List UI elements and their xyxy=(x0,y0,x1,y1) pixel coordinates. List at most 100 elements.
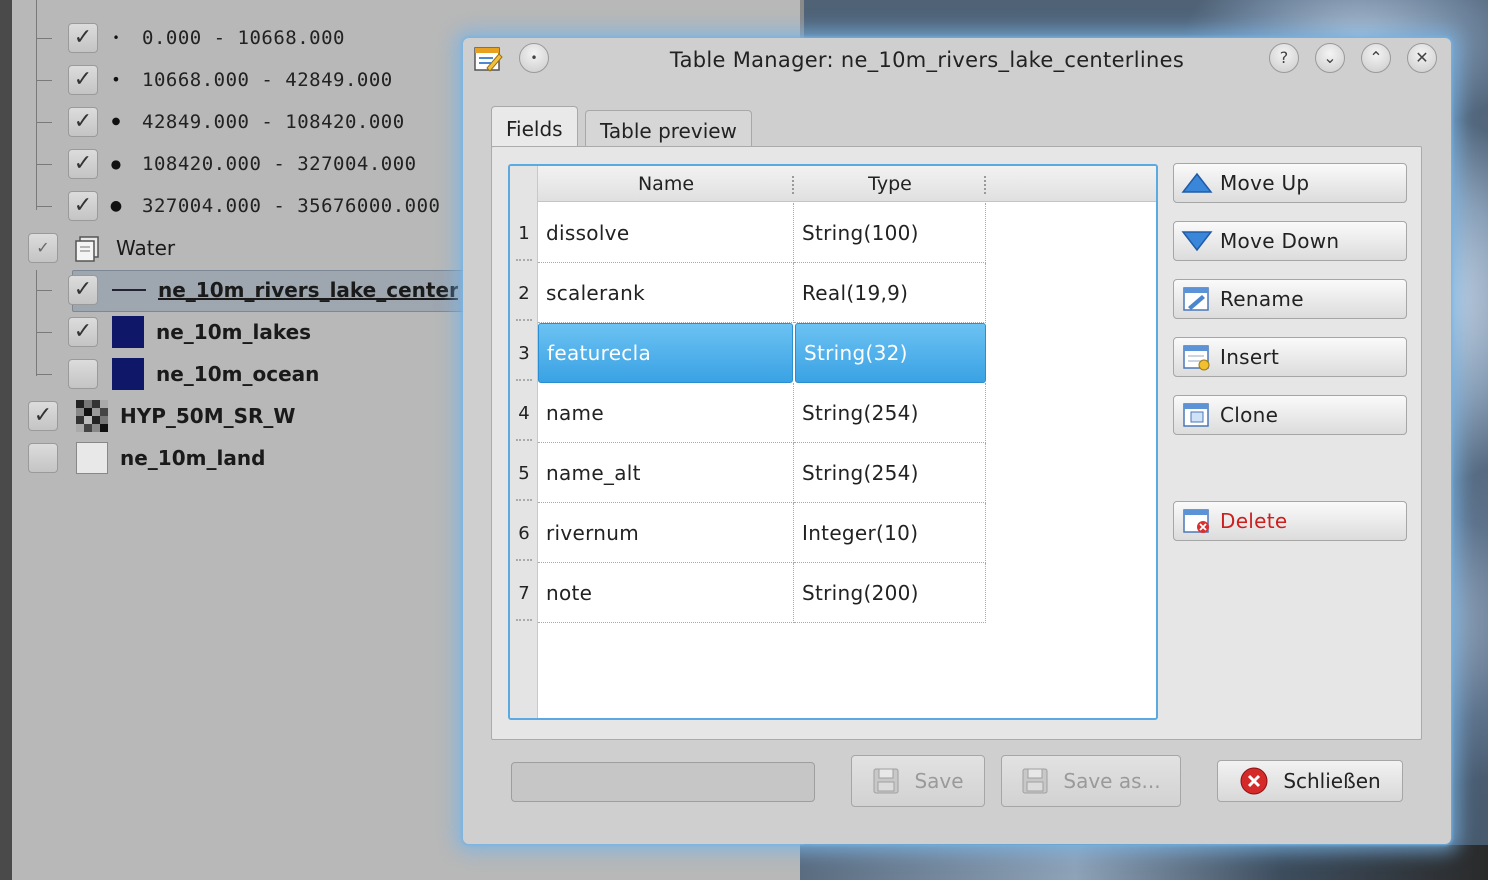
field-type-cell[interactable]: String(32) xyxy=(795,323,986,383)
layer-checkbox[interactable] xyxy=(28,443,58,473)
tab-table-preview[interactable]: Table preview xyxy=(585,110,752,150)
field-type-cell[interactable]: String(200) xyxy=(794,563,986,623)
fields-table[interactable]: Name Type 1 dissolve String(100) 2 scale… xyxy=(508,164,1158,720)
legend-class-checkbox[interactable]: ✓ xyxy=(68,23,98,53)
row-number[interactable]: 6 xyxy=(510,503,538,563)
button-label: Schließen xyxy=(1283,769,1381,793)
left-frame xyxy=(0,0,12,880)
column-header-name[interactable]: Name xyxy=(538,166,794,202)
maximize-button[interactable]: ⌃ xyxy=(1361,43,1391,73)
field-name-cell[interactable]: scalerank xyxy=(538,263,794,323)
help-button[interactable]: ? xyxy=(1269,43,1299,73)
row-number[interactable]: 4 xyxy=(510,383,538,443)
field-name-cell[interactable]: name xyxy=(538,383,794,443)
column-header-label: Name xyxy=(637,173,695,195)
field-name-cell[interactable]: rivernum xyxy=(538,503,794,563)
button-label: Insert xyxy=(1220,345,1280,369)
layer-checkbox[interactable]: ✓ xyxy=(68,275,98,305)
field-type-cell[interactable]: String(254) xyxy=(794,443,986,503)
table-row[interactable]: 4 name String(254) xyxy=(510,383,1156,443)
table-row-selected[interactable]: 3 featurecla String(32) xyxy=(510,323,1156,383)
clone-button[interactable]: Clone xyxy=(1173,395,1407,435)
row-number[interactable]: 7 xyxy=(510,563,538,623)
row-separator xyxy=(516,379,532,381)
legend-class-label: 42849.000 - 108420.000 xyxy=(142,111,405,133)
save-as-button[interactable]: Save as... xyxy=(1001,755,1181,807)
legend-class-checkbox[interactable]: ✓ xyxy=(68,149,98,179)
dialog-titlebar[interactable]: • Table Manager: ne_10m_rivers_lake_cent… xyxy=(463,38,1451,84)
table-row[interactable]: 7 note String(200) xyxy=(510,563,1156,623)
tab-label: Fields xyxy=(506,116,563,141)
arrow-down-icon xyxy=(1180,226,1214,256)
tree-connector xyxy=(36,80,52,81)
field-type-cell[interactable]: String(100) xyxy=(794,203,986,263)
tree-connector xyxy=(36,122,52,123)
button-label: Move Up xyxy=(1220,171,1310,195)
raster-icon xyxy=(76,400,108,432)
column-header-label: Type xyxy=(868,173,912,195)
field-type-cell[interactable]: String(254) xyxy=(794,383,986,443)
table-row[interactable]: 5 name_alt String(254) xyxy=(510,443,1156,503)
layer-checkbox[interactable] xyxy=(68,359,98,389)
column-header-type[interactable]: Type xyxy=(794,166,986,202)
button-label: Rename xyxy=(1220,287,1304,311)
fill-symbol-icon xyxy=(112,316,144,348)
delete-icon xyxy=(1180,506,1214,536)
delete-button[interactable]: Delete xyxy=(1173,501,1407,541)
layer-row-hyp[interactable]: ✓ HYP_50M_SR_W xyxy=(28,397,295,435)
layer-row-lakes[interactable]: ✓ ne_10m_lakes xyxy=(68,313,311,351)
minimize-button[interactable]: ⌄ xyxy=(1315,43,1345,73)
row-separator xyxy=(516,499,532,501)
field-name-cell[interactable]: note xyxy=(538,563,794,623)
row-number[interactable]: 1 xyxy=(510,203,538,263)
layer-row-land[interactable]: ne_10m_land xyxy=(28,439,265,477)
insert-button[interactable]: Insert xyxy=(1173,337,1407,377)
help-icon: ? xyxy=(1279,48,1289,67)
table-row[interactable]: 1 dissolve String(100) xyxy=(510,203,1156,263)
layer-checkbox[interactable]: ✓ xyxy=(28,401,58,431)
table-row[interactable]: 2 scalerank Real(19,9) xyxy=(510,263,1156,323)
row-separator xyxy=(516,559,532,561)
chevron-up-icon: ⌃ xyxy=(1369,48,1383,67)
layer-row-ocean[interactable]: ne_10m_ocean xyxy=(68,355,319,393)
group-checkbox[interactable]: ✓ xyxy=(28,233,58,263)
move-down-button[interactable]: Move Down xyxy=(1173,221,1407,261)
column-resize-handle[interactable] xyxy=(984,176,986,194)
window-menu-button[interactable]: • xyxy=(519,43,549,73)
field-name-cell[interactable]: name_alt xyxy=(538,443,794,503)
save-button[interactable]: Save xyxy=(851,755,985,807)
legend-class-row: ✓ ● 42849.000 - 108420.000 xyxy=(68,103,405,141)
row-number[interactable]: 3 xyxy=(510,323,538,383)
tab-fields[interactable]: Fields xyxy=(491,106,578,150)
legend-class-checkbox[interactable]: ✓ xyxy=(68,107,98,137)
row-number[interactable]: 2 xyxy=(510,263,538,323)
tree-connector xyxy=(36,332,52,333)
layer-row-rivers[interactable]: ✓ ne_10m_rivers_lake_centerli xyxy=(68,271,458,309)
legend-class-row: ✓ ● 108420.000 - 327004.000 xyxy=(68,145,417,183)
tree-connector xyxy=(36,374,52,375)
row-separator xyxy=(516,619,532,621)
button-label: Delete xyxy=(1220,509,1288,533)
close-window-button[interactable]: ✕ xyxy=(1407,43,1437,73)
field-name-cell[interactable]: dissolve xyxy=(538,203,794,263)
fill-symbol-icon xyxy=(112,358,144,390)
dot-icon: • xyxy=(530,51,538,65)
layer-checkbox[interactable]: ✓ xyxy=(68,317,98,347)
tree-connector xyxy=(36,290,52,291)
row-number[interactable]: 5 xyxy=(510,443,538,503)
field-type-cell[interactable]: Integer(10) xyxy=(794,503,986,563)
field-type-cell[interactable]: Real(19,9) xyxy=(794,263,986,323)
group-row-water[interactable]: ✓ Water xyxy=(28,229,175,267)
save-as-icon xyxy=(1022,768,1048,794)
legend-class-checkbox[interactable]: ✓ xyxy=(68,65,98,95)
legend-class-checkbox[interactable]: ✓ xyxy=(68,191,98,221)
close-dialog-button[interactable]: Schließen xyxy=(1217,760,1403,802)
move-up-button[interactable]: Move Up xyxy=(1173,163,1407,203)
group-label: Water xyxy=(116,236,176,260)
rename-button[interactable]: Rename xyxy=(1173,279,1407,319)
field-name-cell[interactable]: featurecla xyxy=(538,323,793,383)
button-label: Save as... xyxy=(1063,769,1161,793)
table-manager-dialog: • Table Manager: ne_10m_rivers_lake_cent… xyxy=(463,38,1451,844)
table-row[interactable]: 6 rivernum Integer(10) xyxy=(510,503,1156,563)
tab-label: Table preview xyxy=(600,118,737,143)
